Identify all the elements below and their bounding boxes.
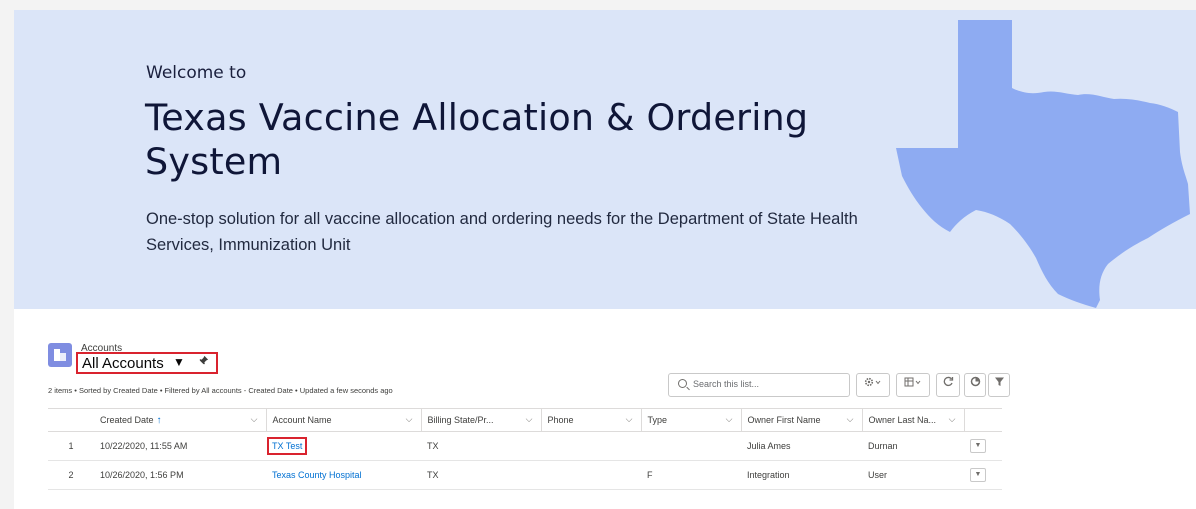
chevron-down-icon[interactable]: ⌵ — [526, 414, 533, 425]
texas-map-image — [896, 20, 1190, 308]
account-link[interactable]: TX Test — [272, 441, 302, 451]
cell-type: F — [641, 460, 741, 490]
column-header-phone[interactable]: Phone ⌵ — [541, 408, 642, 432]
column-label: Owner Last Na... — [868, 415, 937, 425]
column-label: Phone — [547, 415, 574, 425]
search-placeholder: Search this list... — [693, 379, 760, 389]
filter-icon-button[interactable] — [988, 373, 1010, 397]
page-title: Texas Vaccine Allocation & Ordering Syst… — [145, 96, 809, 183]
table-view-icon-button[interactable] — [896, 373, 930, 397]
chevron-down-icon[interactable]: ⌵ — [406, 414, 413, 425]
refresh-icon-button[interactable] — [936, 373, 960, 397]
row-number: 2 — [48, 460, 94, 490]
table-header-row: Created Date ↑ ⌵ Account Name ⌵ Billing S… — [48, 408, 1002, 432]
chevron-down-icon[interactable]: ⌵ — [251, 414, 258, 425]
chevron-down-icon[interactable]: ▼ — [173, 355, 185, 369]
row-number: 1 — [48, 431, 94, 461]
column-label: Billing State/Pr... — [427, 415, 494, 425]
cell-owner-first-name: Julia Ames — [741, 431, 862, 461]
column-label: Owner First Name — [747, 415, 821, 425]
cell-row-actions: ▼ — [964, 460, 1002, 490]
page-subtitle: One-stop solution for all vaccine alloca… — [146, 210, 858, 254]
row-actions-chevron-down-icon[interactable]: ▼ — [970, 439, 986, 453]
column-header-billing-state[interactable]: Billing State/Pr... ⌵ — [421, 408, 542, 432]
search-input[interactable]: Search this list... — [668, 373, 850, 397]
highlight-box: TX Test — [267, 437, 308, 455]
welcome-text: Welcome to — [146, 63, 247, 83]
cell-created-date: 10/22/2020, 11:55 AM — [94, 431, 266, 461]
cell-phone — [541, 460, 641, 490]
chevron-down-icon[interactable]: ⌵ — [626, 414, 633, 425]
cell-owner-last-name: User — [862, 460, 964, 490]
row-actions-chevron-down-icon[interactable]: ▼ — [970, 468, 986, 482]
list-view-info: 2 items • Sorted by Created Date • Filte… — [48, 386, 393, 395]
list-view-name: All Accounts — [82, 355, 164, 372]
actions-header — [964, 408, 1002, 432]
chevron-down-icon[interactable]: ⌵ — [949, 414, 956, 425]
account-link[interactable]: Texas County Hospital — [272, 470, 362, 480]
cell-created-date: 10/26/2020, 1:56 PM — [94, 460, 266, 490]
pin-icon[interactable] — [198, 355, 209, 369]
accounts-object-icon — [48, 343, 72, 367]
cell-account-name: TX Test — [266, 431, 421, 461]
chevron-down-icon[interactable]: ⌵ — [847, 414, 854, 425]
cell-row-actions: ▼ — [964, 431, 1002, 461]
cell-billing-state: TX — [421, 431, 541, 461]
chart-icon-button[interactable] — [964, 373, 986, 397]
sort-ascending-icon: ↑ — [156, 414, 162, 426]
search-icon — [678, 379, 687, 388]
column-header-owner-first-name[interactable]: Owner First Name ⌵ — [741, 408, 863, 432]
column-header-owner-last-name[interactable]: Owner Last Na... ⌵ — [862, 408, 965, 432]
column-label: Account Name — [272, 415, 332, 425]
table-row: 1 10/22/2020, 11:55 AM TX Test TX Julia … — [48, 431, 1002, 461]
column-label: Created Date — [100, 414, 154, 425]
table-row: 2 10/26/2020, 1:56 PM Texas County Hospi… — [48, 460, 1002, 490]
gear-icon-button[interactable] — [856, 373, 890, 397]
cell-billing-state: TX — [421, 460, 541, 490]
column-label: Type — [647, 415, 668, 425]
cell-phone — [541, 431, 641, 461]
row-number-header — [48, 408, 94, 432]
cell-owner-last-name: Durnan — [862, 431, 964, 461]
hero-banner: Welcome to Texas Vaccine Allocation & Or… — [14, 10, 1196, 309]
page: Welcome to Texas Vaccine Allocation & Or… — [0, 0, 1196, 509]
list-view-selector[interactable]: All Accounts ▼ — [76, 352, 218, 374]
column-header-created-date[interactable]: Created Date ↑ ⌵ — [94, 408, 267, 432]
accounts-table: Created Date ↑ ⌵ Account Name ⌵ Billing S… — [48, 408, 1002, 490]
chevron-down-icon[interactable]: ⌵ — [726, 414, 733, 425]
column-header-type[interactable]: Type ⌵ — [641, 408, 742, 432]
cell-account-name: Texas County Hospital — [266, 460, 421, 490]
column-header-account-name[interactable]: Account Name ⌵ — [266, 408, 422, 432]
cell-type — [641, 431, 741, 461]
cell-owner-first-name: Integration — [741, 460, 862, 490]
